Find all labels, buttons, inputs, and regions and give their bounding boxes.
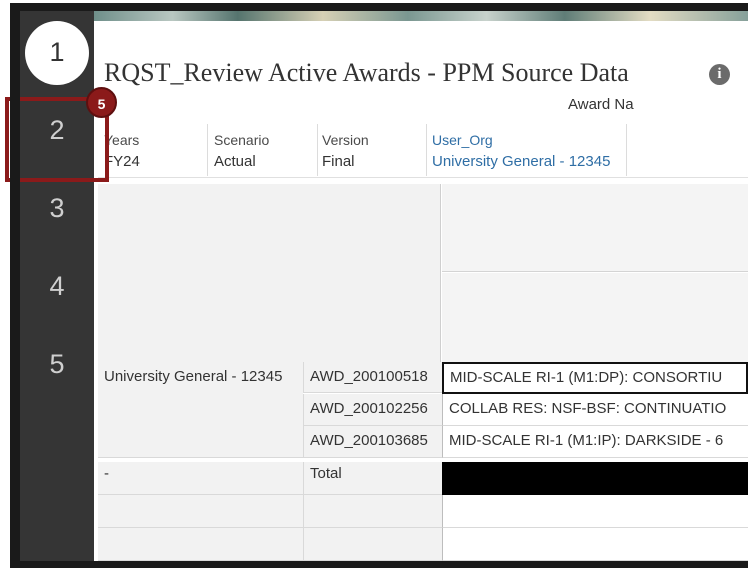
frame-border-top bbox=[10, 3, 748, 11]
grid-cell-award-name[interactable]: MID-SCALE RI-1 (M1:IP): DARKSIDE - 6 bbox=[442, 426, 748, 458]
data-grid: University General - 12345 AWD_200100518… bbox=[98, 184, 748, 561]
pov-years[interactable]: Years FY24 bbox=[98, 124, 208, 176]
step-1[interactable]: 1 bbox=[25, 21, 89, 85]
pov-version[interactable]: Version Final bbox=[316, 124, 427, 176]
grid-cell-empty[interactable] bbox=[442, 528, 748, 561]
grid-cell-empty[interactable] bbox=[303, 528, 442, 561]
step-3[interactable]: 3 bbox=[20, 178, 94, 238]
grid-cell-award[interactable]: AWD_200100518 bbox=[303, 362, 442, 393]
pov-label: Years bbox=[104, 132, 140, 148]
callout-badge: 5 bbox=[86, 87, 117, 118]
pov-scenario[interactable]: Scenario Actual bbox=[208, 124, 318, 176]
frame-border-left bbox=[10, 3, 20, 568]
page-title: RQST_Review Active Awards - PPM Source D… bbox=[104, 58, 629, 87]
step-4[interactable]: 4 bbox=[20, 256, 94, 316]
header-banner-image bbox=[94, 11, 748, 21]
frame-border-bottom bbox=[10, 561, 748, 568]
grid-cell-empty[interactable] bbox=[303, 495, 442, 528]
grid-cell-org[interactable]: University General - 12345 bbox=[98, 362, 303, 458]
grid-cell-org[interactable]: - bbox=[98, 462, 303, 495]
screenshot-frame: 1 2 3 4 5 RQST_Review Active Awards - PP… bbox=[0, 0, 748, 568]
step-sidebar: 1 2 3 4 5 bbox=[20, 11, 94, 561]
info-icon[interactable]: i bbox=[709, 64, 730, 85]
grid-cell-award[interactable]: AWD_200103685 bbox=[303, 426, 442, 458]
column-header-top bbox=[442, 184, 748, 272]
grid-cell-award-name[interactable]: MID-SCALE RI-1 (M1:DP): CONSORTIU bbox=[442, 362, 748, 394]
pov-value: FY24 bbox=[104, 153, 140, 170]
grid-cell-total-value[interactable] bbox=[442, 462, 748, 495]
pov-value: Actual bbox=[214, 153, 256, 170]
grid-cell-empty[interactable] bbox=[442, 495, 748, 528]
grid-cell-award[interactable]: AWD_200102256 bbox=[303, 394, 442, 426]
pov-value: Final bbox=[322, 153, 355, 170]
pov-divider bbox=[98, 177, 748, 178]
row-header-area bbox=[98, 184, 441, 362]
grid-cell-empty[interactable] bbox=[98, 495, 303, 528]
column-header-award-name[interactable]: Award Na bbox=[568, 96, 634, 113]
pov-label: Scenario bbox=[214, 132, 270, 148]
pov-user-org[interactable]: User_Org University General - 12345 bbox=[426, 124, 627, 176]
pov-value: University General - 12345 bbox=[432, 153, 611, 170]
grid-cell-total-label[interactable]: Total bbox=[303, 462, 442, 495]
grid-cell-empty[interactable] bbox=[98, 528, 303, 561]
step-5[interactable]: 5 bbox=[20, 334, 94, 394]
grid-cell-award-name[interactable]: COLLAB RES: NSF-BSF: CONTINUATIO bbox=[442, 394, 748, 426]
column-header-bottom bbox=[442, 273, 748, 362]
pov-label: Version bbox=[322, 132, 369, 148]
pov-label: User_Org bbox=[432, 132, 493, 148]
